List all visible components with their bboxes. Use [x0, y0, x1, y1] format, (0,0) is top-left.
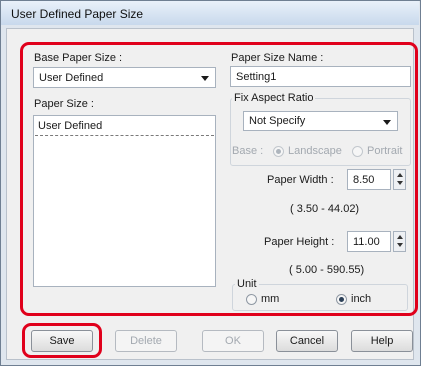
arrow-up-icon — [397, 173, 403, 177]
paper-width-label: Paper Width : — [267, 174, 334, 186]
landscape-label: Landscape — [288, 145, 342, 157]
save-button-label: Save — [49, 335, 75, 347]
arrow-down-icon — [397, 181, 403, 185]
unit-mm-radio[interactable] — [246, 294, 257, 305]
ok-button-label: OK — [225, 335, 241, 347]
unit-inch-radio[interactable] — [336, 294, 347, 305]
paper-size-name-value: Setting1 — [236, 71, 277, 83]
help-button[interactable]: Help — [351, 330, 413, 352]
cancel-button-label: Cancel — [289, 335, 325, 347]
base-orientation-label: Base : — [232, 145, 264, 157]
list-item[interactable]: User Defined — [38, 120, 102, 132]
unit-mm-label: mm — [261, 293, 280, 305]
paper-height-value: 11.00 — [353, 236, 380, 248]
paper-size-listbox[interactable]: User Defined — [33, 115, 216, 287]
ok-button[interactable]: OK — [202, 330, 264, 352]
chevron-down-icon — [201, 76, 209, 81]
paper-width-range: ( 3.50 - 44.02) — [290, 203, 360, 215]
fix-aspect-ratio-label: Fix Aspect Ratio — [232, 92, 316, 104]
paper-size-name-input[interactable]: Setting1 — [230, 66, 411, 87]
paper-height-label: Paper Height : — [264, 236, 335, 248]
base-paper-size-select[interactable]: User Defined — [33, 67, 216, 88]
delete-button[interactable]: Delete — [115, 330, 177, 352]
paper-height-input[interactable]: 11.00 — [347, 231, 391, 252]
title-bar: User Defined Paper Size — [1, 1, 419, 25]
fix-aspect-ratio-select[interactable]: Not Specify — [243, 111, 398, 131]
help-button-label: Help — [370, 335, 394, 347]
base-paper-size-label: Base Paper Size : — [34, 52, 123, 64]
paper-width-value: 8.50 — [353, 174, 375, 186]
portrait-label: Portrait — [367, 145, 403, 157]
unit-label: Unit — [235, 278, 259, 290]
delete-button-label: Delete — [130, 335, 162, 347]
unit-inch-label: inch — [351, 293, 372, 305]
paper-height-spinner[interactable] — [393, 231, 406, 252]
chevron-down-icon — [383, 120, 391, 125]
paper-height-range: ( 5.00 - 590.55) — [289, 264, 365, 276]
base-paper-size-value: User Defined — [39, 72, 104, 84]
arrow-down-icon — [397, 243, 403, 247]
cancel-button[interactable]: Cancel — [276, 330, 338, 352]
landscape-radio[interactable] — [273, 146, 284, 157]
arrow-up-icon — [397, 235, 403, 239]
paper-size-label: Paper Size : — [34, 98, 94, 110]
focus-outline — [35, 135, 214, 136]
save-button[interactable]: Save — [31, 330, 93, 352]
paper-width-input[interactable]: 8.50 — [347, 169, 391, 190]
fix-aspect-ratio-value: Not Specify — [249, 115, 306, 127]
paper-width-spinner[interactable] — [393, 169, 406, 190]
paper-size-name-label: Paper Size Name : — [231, 52, 324, 64]
portrait-radio[interactable] — [352, 146, 363, 157]
window-title: User Defined Paper Size — [11, 7, 144, 21]
